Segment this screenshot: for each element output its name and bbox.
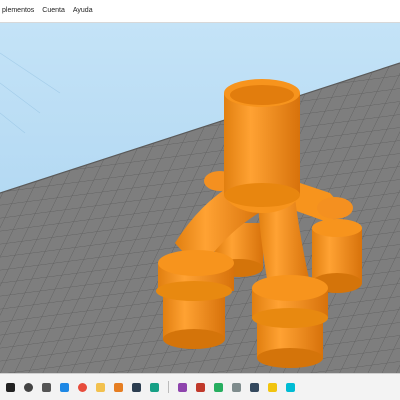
app-icon-yellow[interactable] [268,382,277,392]
menu-item-ayuda[interactable]: Ayuda [71,0,95,22]
model-leg-front-left [156,250,234,349]
3d-viewport[interactable] [0,23,400,373]
menu-bar: plementos Cuenta Ayuda [0,0,400,23]
search-icon[interactable] [24,382,33,392]
app-icon-teal[interactable] [150,382,159,392]
windows-start-icon[interactable] [6,382,15,392]
app-icon-purple[interactable] [178,382,187,392]
app-icon-navy[interactable] [250,382,259,392]
app-icon-cyan[interactable] [286,382,295,392]
taskbar [0,373,400,400]
app-icon-blue[interactable] [60,382,69,392]
taskbar-separator [168,381,169,393]
app-icon-red[interactable] [196,382,205,392]
folder-icon[interactable] [96,382,105,392]
app-icon-orange[interactable] [114,382,123,392]
chrome-icon[interactable] [78,382,87,392]
app-icon-gray[interactable] [232,382,241,392]
menu-item-cuenta[interactable]: Cuenta [40,0,67,22]
app-icon-green[interactable] [214,382,223,392]
menu-item-complementos[interactable]: plementos [0,0,36,22]
app-icon-dark[interactable] [132,382,141,392]
task-view-icon[interactable] [42,382,51,392]
model-leg-front-right [252,275,328,368]
model-top-tube [224,79,300,207]
